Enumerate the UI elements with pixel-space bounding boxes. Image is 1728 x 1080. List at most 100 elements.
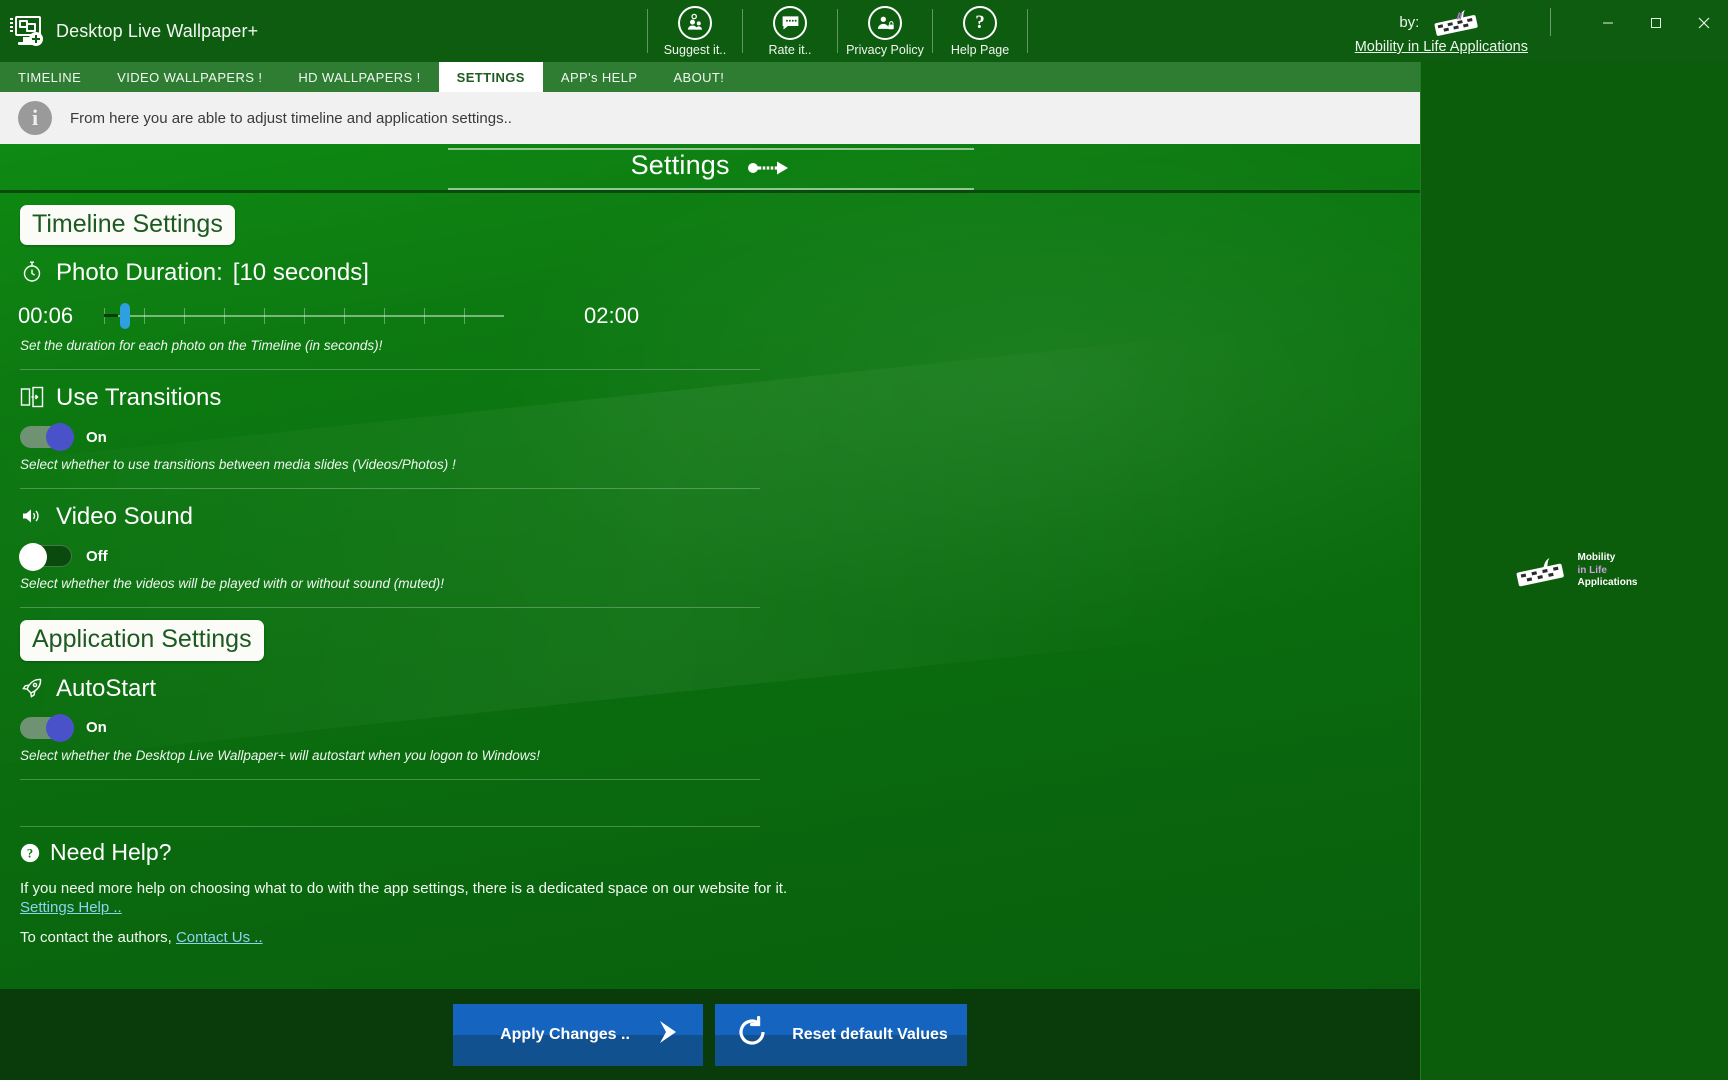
contact-prefix: To contact the authors, <box>20 928 172 946</box>
slider-fill <box>104 314 118 318</box>
tab-label: HD WALLPAPERS ! <box>298 69 421 85</box>
slider-ticks <box>104 308 504 325</box>
autostart-toggle[interactable] <box>20 713 74 742</box>
info-icon: i <box>18 101 52 135</box>
info-bar-text: From here you are able to adjust timelin… <box>70 109 512 127</box>
play-arrow-icon <box>652 1017 682 1052</box>
tab-hd-wallpapers[interactable]: HD WALLPAPERS ! <box>280 62 438 92</box>
photo-duration-slider-row: 00:06 02:00 <box>18 303 1420 330</box>
ad-panel-logo: Mobility in Life Applications <box>1511 552 1638 590</box>
minimize-button[interactable] <box>1584 0 1632 46</box>
toolbar-divider <box>837 9 838 53</box>
ad-logo-line3: Applications <box>1577 577 1638 589</box>
setting-label: Photo Duration: <box>56 259 223 287</box>
speaker-icon <box>20 504 46 530</box>
toggle-knob <box>19 543 47 572</box>
keyboard-hand-logo <box>1429 7 1483 37</box>
ad-logo-line1: Mobility <box>1577 552 1616 564</box>
close-button[interactable] <box>1680 0 1728 46</box>
tab-apps-help[interactable]: APP's HELP <box>543 62 656 92</box>
tab-label: VIDEO WALLPAPERS ! <box>117 69 263 85</box>
autostart-toggle-row: On <box>20 713 1420 742</box>
ad-panel[interactable]: Mobility in Life Applications <box>1420 62 1728 1080</box>
need-help-paragraph: If you need more help on choosing what t… <box>20 879 788 897</box>
transition-slides-icon <box>20 385 46 411</box>
toggle-knob <box>46 713 74 742</box>
slider-thumb[interactable] <box>120 303 130 330</box>
app-icon <box>10 14 44 48</box>
contact-us-link[interactable]: Contact Us .. <box>176 929 263 946</box>
toolbar-item-label: Rate it.. <box>768 42 812 57</box>
setting-hint: Select whether to use transitions betwee… <box>20 457 456 473</box>
divider <box>20 607 760 609</box>
setting-photo-duration-header: Photo Duration: [10 seconds] <box>20 259 1420 287</box>
toggle-state-label: On <box>86 719 107 736</box>
tab-about[interactable]: ABOUT! <box>655 62 742 92</box>
toolbar-item-rate[interactable]: Rate it.. <box>745 0 835 62</box>
question-mark-icon: ? <box>963 5 997 40</box>
toolbar-item-label: Help Page <box>950 42 1010 57</box>
setting-hint: Select whether the videos will be played… <box>20 576 444 592</box>
toolbar-item-privacy[interactable]: Privacy Policy <box>840 0 930 62</box>
ad-logo-line2: in Life <box>1577 564 1607 576</box>
toolbar-item-suggest[interactable]: Suggest it.. <box>650 0 740 62</box>
toolbar-divider <box>932 9 933 53</box>
settings-content: Timeline Settings Photo Duration: [10 se… <box>0 193 1420 989</box>
toggle-knob <box>46 423 74 452</box>
svg-text:?: ? <box>27 847 33 861</box>
branding-company-link[interactable]: Mobility in Life Applications <box>1355 39 1528 55</box>
window-title: Desktop Live Wallpaper+ <box>56 20 259 41</box>
tab-video-wallpapers[interactable]: VIDEO WALLPAPERS ! <box>99 62 280 92</box>
need-help-title: Need Help? <box>50 838 172 865</box>
tab-label: TIMELINE <box>18 69 82 85</box>
footer-bar: Apply Changes .. Reset default Values <box>0 989 1420 1080</box>
keyboard-hand-logo-small <box>1517 558 1565 587</box>
application-window: Desktop Live Wallpaper+ Suggest it.. Rat… <box>0 0 1728 1080</box>
settings-header: Settings <box>0 144 1420 190</box>
reset-defaults-button[interactable]: Reset default Values <box>715 1003 967 1066</box>
setting-hint: Select whether the Desktop Live Wallpape… <box>20 747 541 763</box>
branding-by-label: by: <box>1399 13 1420 31</box>
tab-label: SETTINGS <box>456 69 525 85</box>
tab-timeline[interactable]: TIMELINE <box>0 62 99 92</box>
tab-settings[interactable]: SETTINGS <box>438 62 543 92</box>
setting-hint: Set the duration for each photo on the T… <box>20 338 383 354</box>
use-transitions-toggle[interactable] <box>20 423 74 452</box>
setting-use-transitions-header: Use Transitions <box>20 384 1420 412</box>
section-chip-timeline-settings: Timeline Settings <box>20 205 235 246</box>
toolbar-item-label: Suggest it.. <box>663 42 727 57</box>
apply-changes-label: Apply Changes .. <box>500 1025 630 1043</box>
setting-label: AutoStart <box>56 674 157 702</box>
page-title: Settings <box>0 150 1420 181</box>
window-controls <box>1584 0 1728 46</box>
suggest-people-icon <box>678 5 712 40</box>
setting-video-sound-header: Video Sound <box>20 503 1420 531</box>
key-arrow-icon <box>747 154 789 179</box>
reset-defaults-label: Reset default Values <box>792 1025 948 1043</box>
setting-autostart-header: AutoStart <box>20 675 1420 703</box>
apply-changes-button[interactable]: Apply Changes .. <box>453 1003 703 1066</box>
slider-min-label: 00:06 <box>18 303 74 329</box>
divider <box>20 825 760 827</box>
settings-help-link[interactable]: Settings Help .. <box>20 899 122 916</box>
setting-label: Use Transitions <box>56 384 222 412</box>
photo-duration-slider[interactable] <box>104 303 504 330</box>
branding: by: Mobility in Life Applications <box>1355 0 1528 62</box>
toolbar: Suggest it.. Rate it.. Privacy Policy ? … <box>645 0 1030 62</box>
maximize-button[interactable] <box>1632 0 1680 46</box>
video-sound-toggle[interactable] <box>19 543 72 572</box>
setting-label: Video Sound <box>56 503 194 531</box>
question-circle-icon: ? <box>20 842 40 863</box>
settings-panel: Settings Timeline Settings Photo Duratio… <box>0 144 1420 989</box>
info-bar: i From here you are able to adjust timel… <box>0 92 1420 144</box>
toggle-state-label: On <box>86 428 107 446</box>
toolbar-item-help[interactable]: ? Help Page <box>935 0 1025 62</box>
toolbar-divider <box>1027 9 1028 53</box>
divider <box>20 369 760 371</box>
toolbar-item-label: Privacy Policy <box>846 42 924 57</box>
refresh-ccw-icon <box>734 1014 770 1055</box>
slider-max-label: 02:00 <box>584 303 640 329</box>
setting-value: [10 seconds] <box>232 259 369 287</box>
toggle-state-label: Off <box>86 547 108 565</box>
rocket-icon <box>20 676 46 702</box>
